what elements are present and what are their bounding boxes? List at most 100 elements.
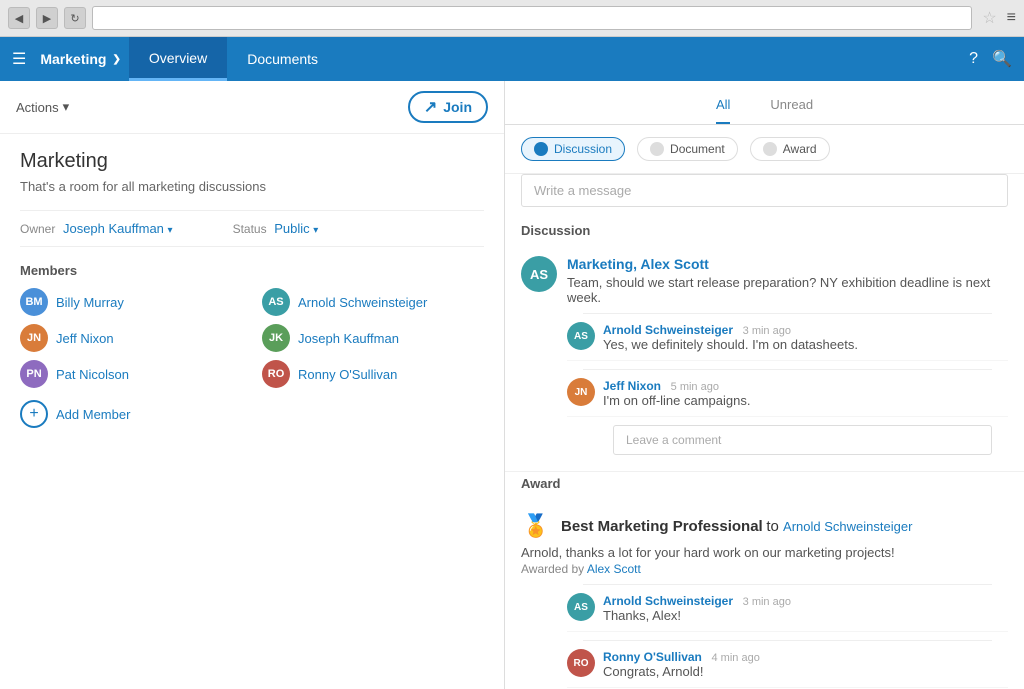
tab-documents[interactable]: Documents bbox=[227, 37, 338, 81]
award-divider1 bbox=[583, 584, 992, 585]
owner-status-row: Owner Joseph Kauffman ▾ Status Public ▾ bbox=[20, 210, 484, 247]
filter-row: Discussion Document Award bbox=[505, 125, 1024, 174]
member-jeff-nixon[interactable]: JN Jeff Nixon bbox=[20, 324, 242, 352]
award-reply-author-ronny: Ronny O'Sullivan bbox=[603, 650, 702, 664]
award-medal-icon: 🏅 bbox=[521, 511, 551, 541]
tabs-header: All Unread bbox=[505, 81, 1024, 125]
status-dropdown-icon: ▾ bbox=[313, 225, 318, 236]
award-divider2 bbox=[583, 640, 992, 641]
left-panel-content: Marketing That's a room for all marketin… bbox=[0, 134, 504, 444]
status-field: Status Public ▾ bbox=[233, 221, 319, 236]
discussion-section-label: Discussion bbox=[505, 219, 1024, 246]
reply-avatar-jeff: JN bbox=[567, 378, 595, 406]
divider2 bbox=[583, 369, 992, 370]
hamburger-icon[interactable]: ☰ bbox=[12, 49, 26, 69]
award-reply-text-arnold: Thanks, Alex! bbox=[603, 608, 791, 623]
reply-arnold-content: Arnold Schweinsteiger 3 min ago Yes, we … bbox=[603, 322, 858, 352]
reply-time-arnold: 3 min ago bbox=[743, 325, 791, 337]
chevron-icon: ❯ bbox=[112, 54, 120, 65]
reply-avatar-arnold: AS bbox=[567, 322, 595, 350]
member-billy-murray[interactable]: BM Billy Murray bbox=[20, 288, 242, 316]
reply-jeff-content: Jeff Nixon 5 min ago I'm on off-line cam… bbox=[603, 378, 750, 408]
member-name-joseph: Joseph Kauffman bbox=[298, 331, 399, 346]
tab-overview[interactable]: Overview bbox=[129, 37, 227, 81]
owner-label: Owner bbox=[20, 222, 55, 236]
help-icon[interactable]: ? bbox=[969, 50, 978, 68]
member-name-billy-murray: Billy Murray bbox=[56, 295, 124, 310]
marketing-nav-item[interactable]: Marketing ❯ bbox=[32, 51, 129, 67]
owner-value[interactable]: Joseph Kauffman ▾ bbox=[63, 221, 173, 236]
room-title: Marketing bbox=[20, 150, 484, 173]
award-reply-author-arnold: Arnold Schweinsteiger bbox=[603, 594, 733, 608]
filter-award[interactable]: Award bbox=[750, 137, 830, 161]
right-panel: All Unread Discussion Document Award Wri… bbox=[505, 81, 1024, 689]
avatar-ronny: RO bbox=[262, 360, 290, 388]
leave-comment-input[interactable]: Leave a comment bbox=[613, 425, 992, 455]
nav-right-actions: ? 🔍 bbox=[969, 49, 1012, 69]
awarded-by-field: Awarded by Alex Scott bbox=[521, 562, 1008, 576]
browser-menu-icon[interactable]: ≡ bbox=[1007, 9, 1016, 27]
browser-chrome: ◀ ▶ ↻ ☆ ≡ bbox=[0, 0, 1024, 37]
reply-time-jeff: 5 min ago bbox=[671, 381, 719, 393]
reply-text-jeff: I'm on off-line campaigns. bbox=[603, 393, 750, 408]
award-filter-icon bbox=[763, 142, 777, 156]
add-member-button[interactable]: + Add Member bbox=[20, 400, 484, 428]
join-icon: ↗ bbox=[424, 97, 437, 117]
document-filter-icon bbox=[650, 142, 664, 156]
award-reply-text-ronny: Congrats, Arnold! bbox=[603, 664, 760, 679]
reply-thread: AS Arnold Schweinsteiger 3 min ago Yes, … bbox=[567, 313, 1008, 455]
tab-unread[interactable]: Unread bbox=[770, 91, 813, 124]
member-name-jeff-nixon: Jeff Nixon bbox=[56, 331, 114, 346]
back-button[interactable]: ◀ bbox=[8, 7, 30, 29]
top-navigation: ☰ Marketing ❯ Overview Documents ? 🔍 bbox=[0, 37, 1024, 81]
discussion-filter-icon bbox=[534, 142, 548, 156]
bookmark-icon[interactable]: ☆ bbox=[982, 8, 996, 28]
owner-dropdown-icon: ▾ bbox=[168, 225, 173, 236]
reply-jeff: JN Jeff Nixon 5 min ago I'm on off-line … bbox=[567, 378, 1008, 417]
add-member-label: Add Member bbox=[56, 407, 130, 422]
join-button[interactable]: ↗ Join bbox=[408, 91, 488, 123]
avatar-arnold-schweinsteiger: AS bbox=[262, 288, 290, 316]
avatar-pat-nicolson: PN bbox=[20, 360, 48, 388]
award-reply-ronny: RO Ronny O'Sullivan 4 min ago Congrats, … bbox=[567, 649, 1008, 688]
write-message-input[interactable]: Write a message bbox=[521, 174, 1008, 207]
filter-discussion[interactable]: Discussion bbox=[521, 137, 625, 161]
award-title-block: Best Marketing Professional to Arnold Sc… bbox=[561, 518, 912, 535]
forward-button[interactable]: ▶ bbox=[36, 7, 58, 29]
status-label: Status bbox=[233, 222, 267, 236]
member-pat-nicolson[interactable]: PN Pat Nicolson bbox=[20, 360, 242, 388]
awarded-by-name[interactable]: Alex Scott bbox=[587, 562, 641, 576]
status-value[interactable]: Public ▾ bbox=[274, 221, 318, 236]
tab-all[interactable]: All bbox=[716, 91, 730, 124]
search-icon[interactable]: 🔍 bbox=[992, 49, 1012, 69]
discussion-body: Team, should we start release preparatio… bbox=[567, 275, 1008, 305]
award-section-label: Award bbox=[505, 472, 1024, 499]
reply-author-jeff: Jeff Nixon bbox=[603, 379, 661, 393]
reply-arnold: AS Arnold Schweinsteiger 3 min ago Yes, … bbox=[567, 322, 1008, 361]
actions-button[interactable]: Actions ▾ bbox=[16, 99, 69, 115]
award-title: Best Marketing Professional bbox=[561, 518, 763, 535]
reply-author-arnold: Arnold Schweinsteiger bbox=[603, 323, 733, 337]
discussion-author-avatar: AS bbox=[521, 256, 557, 292]
owner-field: Owner Joseph Kauffman ▾ bbox=[20, 221, 173, 236]
member-ronny-osullivan[interactable]: RO Ronny O'Sullivan bbox=[262, 360, 484, 388]
members-grid: BM Billy Murray AS Arnold Schweinsteiger… bbox=[20, 288, 484, 388]
award-reply-time-arnold: 3 min ago bbox=[743, 596, 791, 608]
award-recipient[interactable]: Arnold Schweinsteiger bbox=[783, 519, 912, 534]
refresh-button[interactable]: ↻ bbox=[64, 7, 86, 29]
discussion-content: Marketing, Alex Scott Team, should we st… bbox=[567, 256, 1008, 305]
award-to-label: to bbox=[766, 518, 783, 535]
award-reply-avatar-ronny: RO bbox=[567, 649, 595, 677]
member-joseph-kauffman[interactable]: JK Joseph Kauffman bbox=[262, 324, 484, 352]
address-bar[interactable] bbox=[92, 6, 972, 30]
discussion-title[interactable]: Marketing, Alex Scott bbox=[567, 256, 1008, 272]
actions-bar: Actions ▾ ↗ Join bbox=[0, 81, 504, 134]
avatar-joseph-kauffman: JK bbox=[262, 324, 290, 352]
member-name-arnold: Arnold Schweinsteiger bbox=[298, 295, 427, 310]
award-reply-thread: AS Arnold Schweinsteiger 3 min ago Thank… bbox=[567, 584, 1008, 688]
award-reply-time-ronny: 4 min ago bbox=[712, 652, 760, 664]
filter-document[interactable]: Document bbox=[637, 137, 738, 161]
award-header: 🏅 Best Marketing Professional to Arnold … bbox=[521, 511, 1008, 541]
award-reply-arnold-content: Arnold Schweinsteiger 3 min ago Thanks, … bbox=[603, 593, 791, 623]
member-arnold-schweinsteiger[interactable]: AS Arnold Schweinsteiger bbox=[262, 288, 484, 316]
